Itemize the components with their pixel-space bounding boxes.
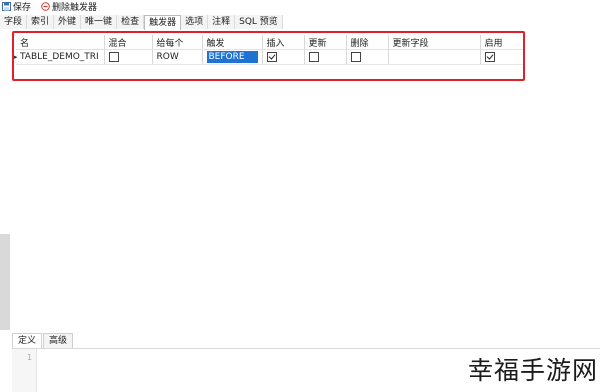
watermark-text: 幸福手游网 — [467, 355, 598, 385]
watermark: 幸福手游网 — [452, 346, 598, 391]
highlight-box — [12, 31, 525, 81]
save-icon — [2, 2, 11, 11]
tab-options[interactable]: 选项 — [181, 15, 209, 29]
tab-triggers[interactable]: 触发器 — [144, 15, 182, 30]
gutter-shade — [0, 234, 10, 330]
toolbar: 保存 删除触发器 — [0, 0, 600, 13]
tab-comments[interactable]: 注释 — [208, 15, 236, 29]
tab-unique-keys[interactable]: 唯一键 — [81, 15, 118, 29]
designer-tabs: 字段 索引 外键 唯一键 检查 触发器 选项 注释 SQL 预览 — [0, 15, 283, 30]
editor-gutter: 1 — [12, 349, 37, 392]
tab-sql-preview[interactable]: SQL 预览 — [235, 15, 283, 29]
definition-tabs: 定义 高级 — [12, 333, 74, 348]
save-label: 保存 — [13, 3, 32, 13]
tab-definition[interactable]: 定义 — [12, 333, 43, 348]
save-button[interactable]: 保存 — [2, 0, 31, 13]
tab-indexes[interactable]: 索引 — [27, 15, 55, 29]
delete-trigger-button[interactable]: 删除触发器 — [41, 0, 97, 13]
tab-fields[interactable]: 字段 — [0, 15, 28, 29]
delete-trigger-label: 删除触发器 — [52, 3, 98, 13]
delete-circle-icon — [41, 2, 50, 11]
tab-advanced[interactable]: 高级 — [43, 333, 74, 348]
tab-checks[interactable]: 检查 — [117, 15, 145, 29]
line-number: 1 — [27, 353, 33, 362]
tab-foreign-keys[interactable]: 外键 — [54, 15, 82, 29]
